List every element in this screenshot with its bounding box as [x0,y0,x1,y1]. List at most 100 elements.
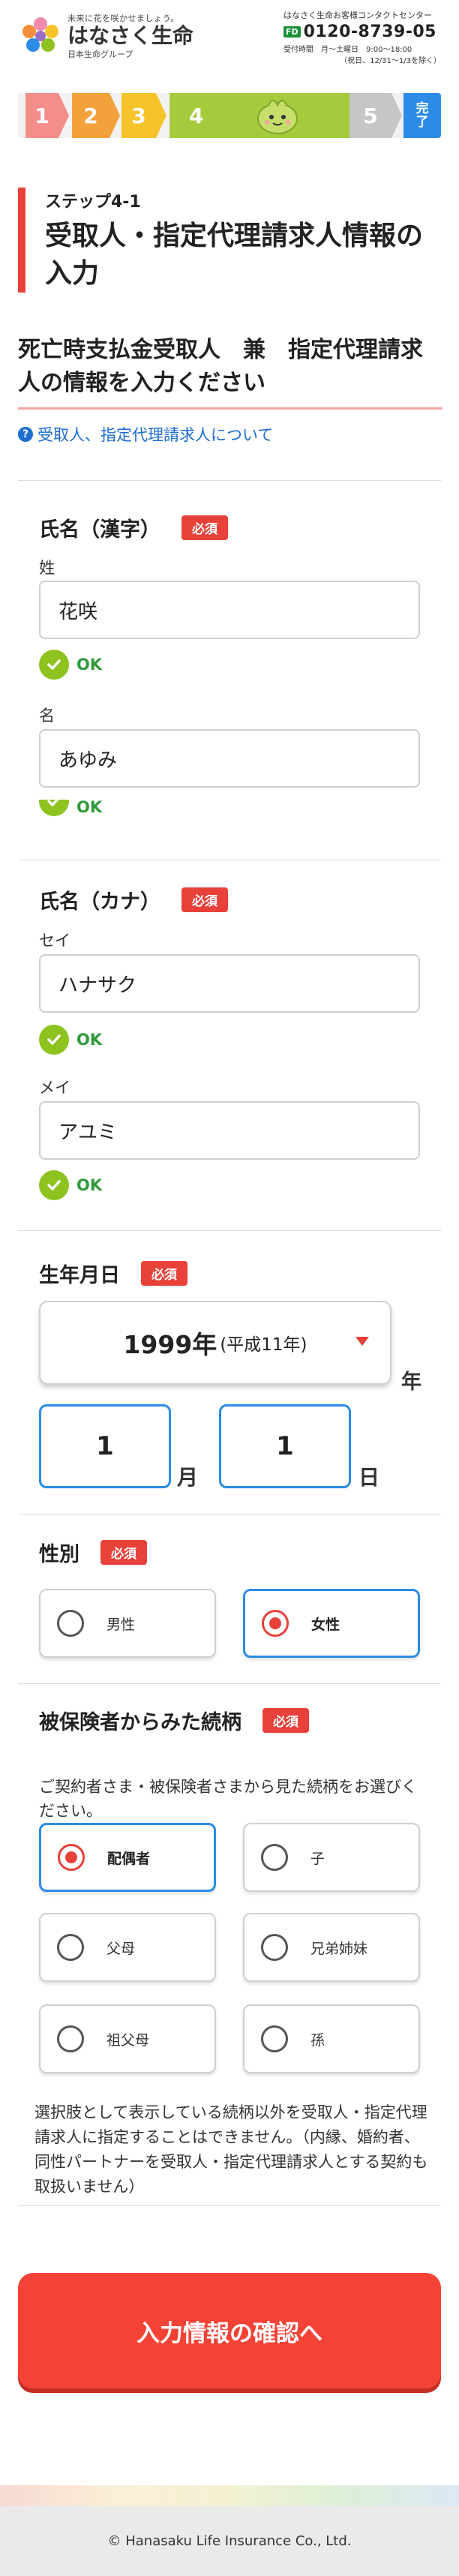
phone-number[interactable]: 0120-8739-05 [304,23,436,41]
logo-name: はなさく生命 [68,23,194,48]
step-label: ステップ4-1 [45,193,141,212]
first-name-kana-ok: OK [39,1170,102,1200]
name-kana-label-text: 氏名（カナ） [39,890,160,914]
freedial-icon: FD [284,26,301,38]
ok-text: OK [76,1176,103,1194]
birth-month-input[interactable]: 1 [39,1404,171,1488]
mascot-icon [257,100,298,134]
check-icon [39,1025,69,1055]
relationship-option-label: 祖父母 [106,2031,150,2049]
first-name-kana-input[interactable]: アユミ [39,1101,420,1160]
required-badge: 必須 [182,515,228,540]
progress-step-4-current: 4 [170,93,360,138]
contact-hours: 受付時間 月〜土曜日 9:00〜18:00 [284,46,412,54]
relationship-option-parent[interactable]: 父母 [39,1913,216,1982]
day-unit: 日 [358,1465,380,1490]
radio-icon [261,1844,288,1871]
required-badge: 必須 [182,887,228,912]
progress-step-2: 2 [72,93,120,138]
first-name-kana-label: メイ [39,1079,70,1097]
logo-group: 日本生命グループ [68,50,134,59]
radio-selected-icon [58,1844,85,1871]
month-unit: 月 [177,1465,199,1490]
required-badge: 必須 [141,1261,188,1286]
divider [18,2205,441,2206]
ok-text: OK [76,800,103,816]
radio-selected-icon [262,1610,289,1637]
divider [18,480,441,481]
relationship-option-grandchild[interactable]: 孫 [243,2004,420,2073]
last-name-kana-input[interactable]: ハナサク [39,954,420,1013]
progress-step-4-label: 4 [189,103,204,128]
logo[interactable]: 未来に花を咲かせましょう。 はなさく生命 日本生命グループ [20,12,194,60]
gender-option-male[interactable]: 男性 [39,1589,216,1658]
birth-year-value: 1999年 [123,1330,218,1359]
gender-option-label: 男性 [106,1616,136,1633]
relationship-option-label: 兄弟姉妹 [310,1940,368,1957]
divider [18,1514,441,1515]
last-name-kana-ok: OK [39,1025,102,1055]
name-kana-label: 氏名（カナ） 必須 [39,885,228,914]
gender-label-text: 性別 [39,1543,80,1566]
contact-center: はなさく生命お客様コンタクトセンター FD 0120-8739-05 受付時間 … [284,9,441,65]
first-name-kanji-ok: OK [39,800,102,816]
relationship-option-spouse[interactable]: 配偶者 [39,1823,216,1892]
relationship-label: 被保険者からみた続柄 必須 [39,1706,309,1735]
birth-year-select[interactable]: 1999年 (平成11年) [39,1301,392,1385]
help-link-label[interactable]: 受取人、指定代理請求人について [38,423,273,446]
logo-tagline: 未来に花を咲かせましょう。 [68,14,179,23]
progress-step-complete-label-2: 了 [416,115,429,130]
ok-text: OK [76,656,103,674]
progress-bar: 1 2 3 4 5 完 了 [18,93,441,138]
radio-icon [261,2025,288,2052]
radio-icon [261,1934,288,1961]
divider [18,1683,441,1684]
progress-step-complete-label-1: 完 [416,101,429,116]
relationship-option-sibling[interactable]: 兄弟姉妹 [243,1913,420,1982]
radio-icon [57,2025,84,2052]
required-badge: 必須 [100,1540,147,1565]
relationship-option-grandparent[interactable]: 祖父母 [39,2004,216,2073]
birth-day-input[interactable]: 1 [219,1404,351,1488]
relationship-option-label: 孫 [310,2031,326,2049]
progress-step-complete: 完 了 [404,93,441,138]
name-kanji-label: 氏名（漢字） 必須 [39,513,228,542]
question-icon: ? [18,427,33,442]
year-unit: 年 [401,1371,422,1394]
relationship-option-child[interactable]: 子 [243,1823,420,1892]
contact-hours-note: （祝日、12/31〜1/3を除く） [340,57,441,65]
help-link[interactable]: ? 受取人、指定代理請求人について [18,423,273,446]
birthdate-label-text: 生年月日 [39,1264,120,1287]
check-icon [39,650,69,680]
divider [18,1230,441,1231]
radio-icon [57,1934,84,1961]
name-kanji-label-text: 氏名（漢字） [39,518,160,542]
last-name-kanji-ok: OK [39,650,102,680]
gender-label: 性別 必須 [39,1538,147,1567]
relationship-note: 選択肢として表示している続柄以外を受取人・指定代理請求人に指定することはできませ… [34,2103,428,2196]
progress-step-3: 3 [122,93,166,138]
first-name-label: 名 [39,707,55,725]
section-heading: 死亡時支払金受取人 兼 指定代理請求人の情報を入力ください [18,334,442,410]
logo-flower-icon [20,15,62,57]
birth-year-era: (平成11年) [220,1335,308,1355]
relationship-option-label: 子 [310,1850,326,1867]
birthdate-label: 生年月日 必須 [39,1259,188,1288]
last-name-kana-label: セイ [39,932,70,950]
progress-step-1: 1 [26,93,69,138]
contact-title: はなさく生命お客様コンタクトセンター [284,11,432,20]
ok-text: OK [76,1031,103,1049]
confirm-button[interactable]: 入力情報の確認へ [18,2273,441,2388]
relationship-option-label: 父母 [106,1940,136,1957]
dropdown-arrow-icon [356,1337,369,1346]
first-name-kanji-input[interactable]: あゆみ [39,729,420,788]
required-badge: 必須 [262,1708,309,1733]
relationship-description: ご契約者さま・被保険者さまから見た続柄をお選びください。 [39,1778,417,1820]
relationship-label-text: 被保険者からみた続柄 [39,1711,242,1734]
gender-option-female[interactable]: 女性 [243,1589,420,1658]
header: 未来に花を咲かせましょう。 はなさく生命 日本生命グループ はなさく生命お客様コ… [0,0,459,69]
relationship-option-label: 配偶者 [107,1850,151,1867]
last-name-label: 姓 [39,559,55,577]
last-name-kanji-input[interactable]: 花咲 [39,581,420,639]
page-title: 受取人・指定代理請求人情報の入力 [45,221,424,289]
